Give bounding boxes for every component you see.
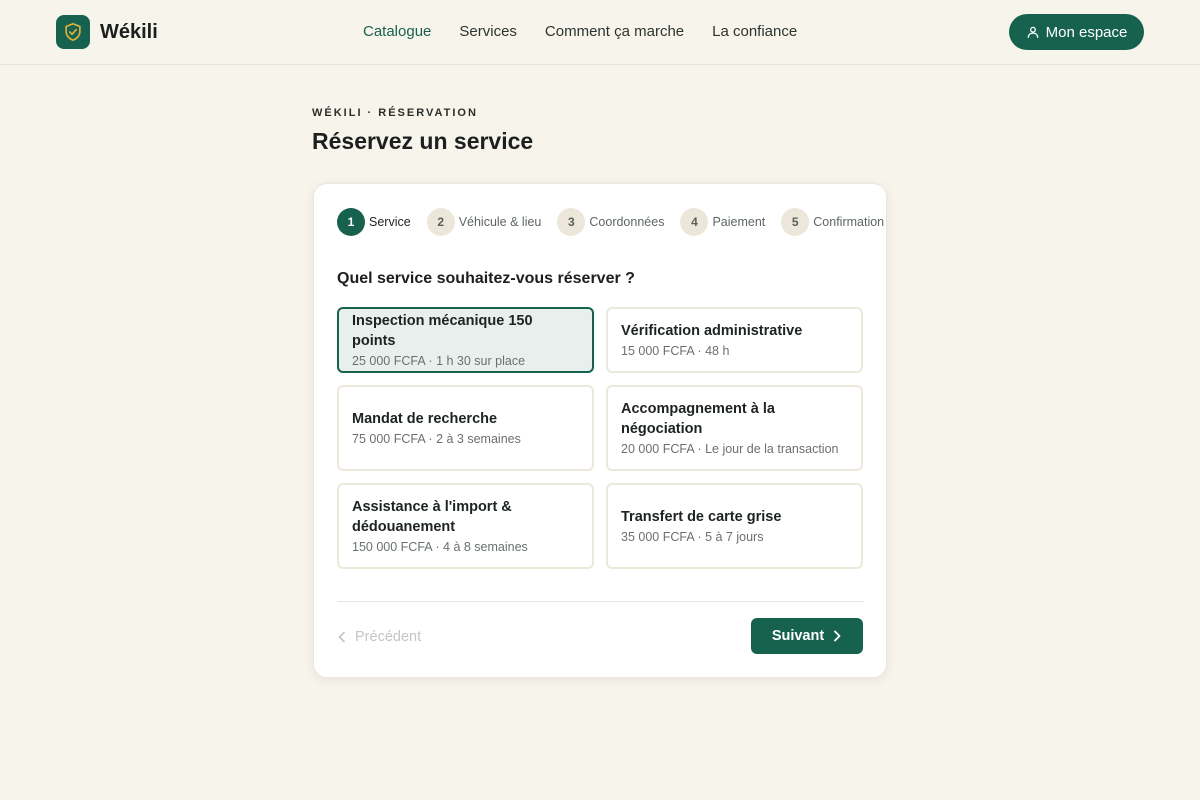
booking-card: 1 Service 2 Véhicule & lieu 3 Coordonnée… — [313, 183, 887, 678]
step-number: 3 — [557, 208, 586, 236]
brand-name: Wékili — [100, 20, 158, 43]
step-vehicle-location[interactable]: 2 Véhicule & lieu — [426, 208, 542, 236]
main-nav: Catalogue Services Comment ça marche La … — [363, 22, 825, 42]
previous-button[interactable]: Précédent — [337, 624, 421, 650]
service-option-meta: 20 000 FCFA · Le jour de la transaction — [621, 442, 839, 456]
step-label: Service — [369, 215, 411, 229]
next-button[interactable]: Suivant — [751, 618, 863, 654]
user-icon — [1027, 26, 1038, 38]
service-option-title: Mandat de recherche — [352, 411, 498, 427]
step-confirmation[interactable]: 5 Confirmation — [781, 208, 884, 236]
step-number: 1 — [337, 208, 365, 236]
chevron-left-icon — [338, 631, 345, 643]
account-button-label: Mon espace — [1045, 23, 1128, 41]
service-option-meta: 35 000 FCFA · 5 à 7 jours — [621, 530, 764, 544]
service-option-registration-transfer[interactable]: Transfert de carte grise 35 000 FCFA · 5… — [606, 483, 863, 569]
shield-check-icon — [56, 15, 90, 49]
service-option-inspection[interactable]: Inspection mécanique 150 points 25 000 F… — [337, 307, 594, 373]
booking-stepper: 1 Service 2 Véhicule & lieu 3 Coordonnée… — [337, 208, 900, 236]
page-title: Réservez un service — [312, 128, 534, 154]
page-eyebrow: WÉKILI · RÉSERVATION — [312, 107, 478, 119]
account-button[interactable]: Mon espace — [1009, 14, 1144, 50]
service-option-title: Vérification administrative — [621, 323, 803, 339]
top-navigation-bar: Wékili Catalogue Services Comment ça mar… — [0, 0, 1200, 65]
step-number: 5 — [781, 208, 810, 236]
service-option-meta: 75 000 FCFA · 2 à 3 semaines — [352, 432, 521, 446]
nav-how-it-works[interactable]: Comment ça marche — [545, 22, 684, 42]
step-contact-details[interactable]: 3 Coordonnées — [557, 208, 664, 236]
step-number: 4 — [680, 208, 709, 236]
service-option-meta: 150 000 FCFA · 4 à 8 semaines — [352, 540, 528, 554]
service-option-meta: 25 000 FCFA · 1 h 30 sur place — [352, 354, 526, 368]
step-label: Coordonnées — [589, 215, 665, 229]
step-label: Véhicule & lieu — [458, 215, 542, 229]
brand[interactable]: Wékili — [56, 15, 158, 49]
service-option-meta: 15 000 FCFA · 48 h — [621, 344, 730, 358]
step-service[interactable]: 1 Service — [337, 208, 411, 236]
service-option-title: Assistance à l'import & dédouanement — [352, 499, 512, 535]
service-option-admin-check[interactable]: Vérification administrative 15 000 FCFA … — [606, 307, 863, 373]
service-option-negotiation[interactable]: Accompagnement à la négociation 20 000 F… — [606, 385, 863, 471]
service-option-title: Inspection mécanique 150 points — [352, 313, 533, 349]
chevron-right-icon — [834, 630, 841, 642]
step-number: 2 — [426, 208, 455, 236]
step-label: Confirmation — [813, 215, 885, 229]
nav-services[interactable]: Services — [459, 22, 517, 42]
service-question: Quel service souhaitez-vous réserver ? — [337, 270, 635, 287]
service-option-title: Accompagnement à la négociation — [621, 401, 775, 437]
step-label: Paiement — [712, 215, 766, 229]
nav-trust[interactable]: La confiance — [712, 22, 797, 42]
actions-divider — [337, 601, 864, 602]
service-option-import-customs[interactable]: Assistance à l'import & dédouanement 150… — [337, 483, 594, 569]
step-payment[interactable]: 4 Paiement — [680, 208, 765, 236]
service-option-title: Transfert de carte grise — [621, 509, 782, 525]
nav-catalogue[interactable]: Catalogue — [363, 22, 431, 42]
previous-button-label: Précédent — [355, 629, 422, 645]
next-button-label: Suivant — [771, 628, 825, 644]
service-option-search-mandate[interactable]: Mandat de recherche 75 000 FCFA · 2 à 3 … — [337, 385, 594, 471]
